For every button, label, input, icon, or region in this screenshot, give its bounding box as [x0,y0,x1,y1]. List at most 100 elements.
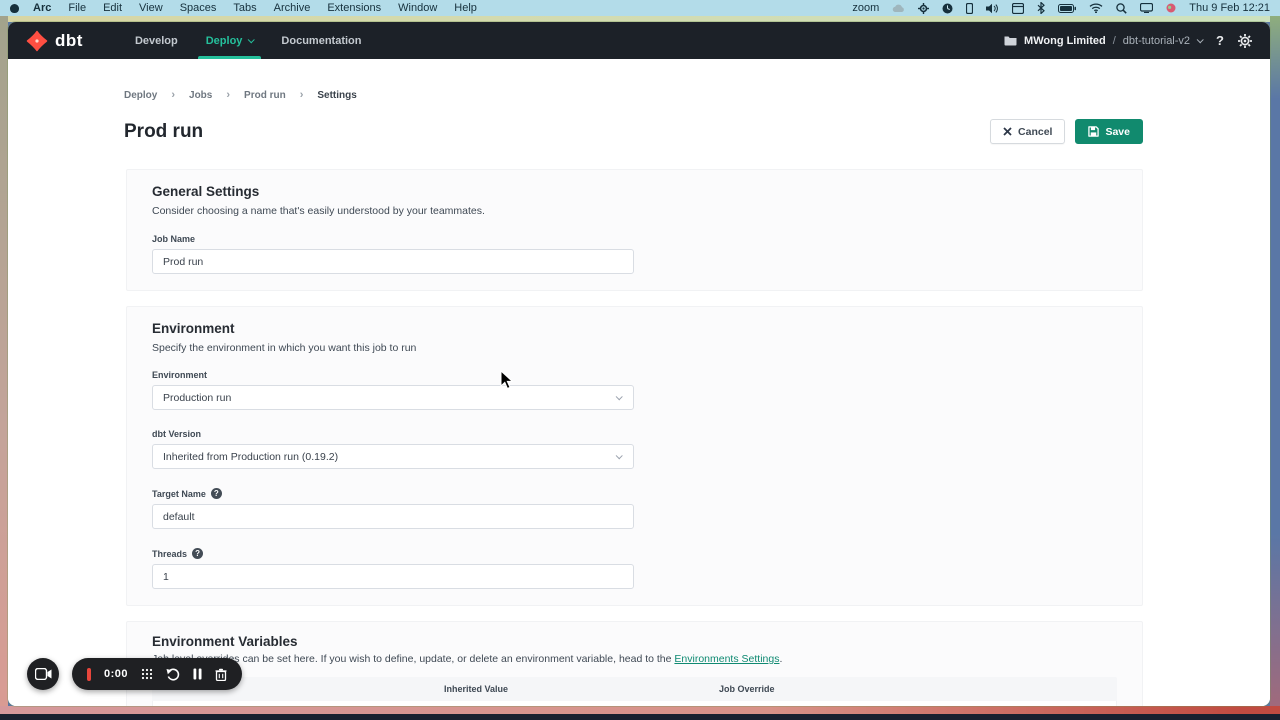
volume-icon[interactable] [986,3,999,14]
threads-input[interactable] [152,564,634,589]
dbt-brand-text: dbt [55,31,83,51]
account-name: MWong Limited [1024,35,1106,47]
recording-timer: 0:00 [104,668,128,680]
menubar-item-window[interactable]: Window [398,2,437,14]
help-tooltip-icon[interactable]: ? [192,548,203,559]
record-indicator-icon[interactable] [1166,3,1176,13]
tab-documentation[interactable]: Documentation [267,22,375,59]
environment-section: Environment Specify the environment in w… [126,306,1143,606]
tab-deploy[interactable]: Deploy [192,22,268,59]
environment-select-value: Production run [163,392,231,404]
general-settings-section: General Settings Consider choosing a nam… [126,169,1143,291]
cloud-icon[interactable] [892,3,905,13]
breadcrumb-deploy[interactable]: Deploy [124,90,157,101]
battery-icon[interactable] [1058,4,1076,13]
wallpaper-dock-strip [0,714,1280,720]
menubar-item-view[interactable]: View [139,2,163,14]
menubar-app-name[interactable]: Arc [33,2,51,14]
env-vars-table-header: Inherited Value Job Override [152,677,1117,701]
macos-menubar: Arc File Edit View Spaces Tabs Archive E… [0,0,1280,16]
delete-recording-icon[interactable] [215,668,227,681]
page-content: Deploy › Jobs › Prod run › Settings Prod… [8,59,1270,706]
column-job-override: Job Override [719,684,775,694]
apple-menu-icon[interactable] [10,4,19,13]
menubar-item-archive[interactable]: Archive [274,2,311,14]
gear-icon[interactable] [1238,34,1252,48]
breadcrumb-settings: Settings [317,90,356,101]
save-button[interactable]: Save [1075,119,1143,144]
account-separator: / [1113,35,1116,47]
browser-window: dbt Develop Deploy Documentation MWong L… [8,22,1270,706]
menubar-item-help[interactable]: Help [454,2,477,14]
account-project-switcher[interactable]: MWong Limited / dbt-tutorial-v2 [1004,35,1202,47]
dbt-version-select-value: Inherited from Production run (0.19.2) [163,451,338,463]
env-vars-text-suffix: . [779,653,782,665]
environments-settings-link[interactable]: Environments Settings [674,653,779,665]
dbt-logo[interactable]: dbt [26,22,83,59]
dbt-top-nav: dbt Develop Deploy Documentation MWong L… [8,22,1270,59]
wallpaper-left-strip [0,16,8,706]
environment-variables-heading: Environment Variables [152,634,1117,649]
job-name-input[interactable] [152,249,634,274]
recording-toolbar: 0:00 [72,658,242,690]
clock-icon[interactable] [942,3,953,14]
pause-recording-icon[interactable] [193,668,202,680]
stop-recording-button[interactable] [87,668,91,681]
environment-select[interactable]: Production run [152,385,634,410]
breadcrumb-separator: › [171,89,175,101]
target-name-label: Target Name [152,489,206,499]
chevron-down-icon [616,452,623,459]
menubar-item-spaces[interactable]: Spaces [180,2,217,14]
spotlight-search-icon[interactable] [1116,3,1127,14]
breadcrumb-separator: › [226,89,230,101]
dbt-logo-icon [26,30,48,52]
help-tooltip-icon[interactable]: ? [211,488,222,499]
dbt-version-select[interactable]: Inherited from Production run (0.19.2) [152,444,634,469]
help-icon[interactable]: ? [1216,33,1224,48]
job-name-label: Job Name [152,234,1117,244]
environment-variables-description: Job level overrides can be set here. If … [152,653,1117,665]
env-vars-table-row [152,701,1117,706]
wifi-icon[interactable] [1089,3,1103,13]
camera-bubble-button[interactable] [27,658,59,690]
drag-handle-icon[interactable] [141,668,153,680]
calendar-icon[interactable] [1012,3,1024,14]
environment-label: Environment [152,370,1117,380]
breadcrumb-prod-run[interactable]: Prod run [244,90,286,101]
wallpaper-right-strip [1270,16,1280,706]
save-button-label: Save [1105,126,1130,138]
chevron-down-icon [248,36,255,43]
page-title: Prod run [124,121,203,143]
bluetooth-icon[interactable] [1037,2,1045,14]
video-camera-icon [35,668,52,680]
chevron-down-icon [1197,36,1204,43]
general-settings-heading: General Settings [152,184,1117,199]
close-icon [1003,127,1012,136]
phone-icon[interactable] [966,3,973,14]
mouse-cursor [500,370,514,390]
menubar-item-file[interactable]: File [68,2,86,14]
project-name: dbt-tutorial-v2 [1123,35,1190,47]
breadcrumb-jobs[interactable]: Jobs [189,90,212,101]
tab-deploy-label: Deploy [206,35,243,47]
menubar-item-extensions[interactable]: Extensions [327,2,381,14]
target-name-input[interactable] [152,504,634,529]
restart-recording-icon[interactable] [166,668,180,681]
breadcrumb: Deploy › Jobs › Prod run › Settings [124,89,1270,101]
menubar-clock[interactable]: Thu 9 Feb 12:21 [1189,2,1270,14]
tab-develop-label: Develop [135,35,178,47]
wallpaper-bottom-strip [0,706,1280,714]
zoom-menu-item[interactable]: zoom [852,2,879,14]
dbt-version-label: dbt Version [152,429,1117,439]
environment-heading: Environment [152,321,1117,336]
menubar-item-edit[interactable]: Edit [103,2,122,14]
tab-develop[interactable]: Develop [121,22,192,59]
menubar-item-tabs[interactable]: Tabs [233,2,256,14]
cancel-button[interactable]: Cancel [990,119,1065,144]
folder-icon [1004,35,1017,46]
cancel-button-label: Cancel [1018,126,1052,138]
environment-description: Specify the environment in which you wan… [152,342,1117,354]
save-icon [1088,126,1099,137]
settings-gear-icon[interactable] [918,3,929,14]
display-mirror-icon[interactable] [1140,3,1153,13]
